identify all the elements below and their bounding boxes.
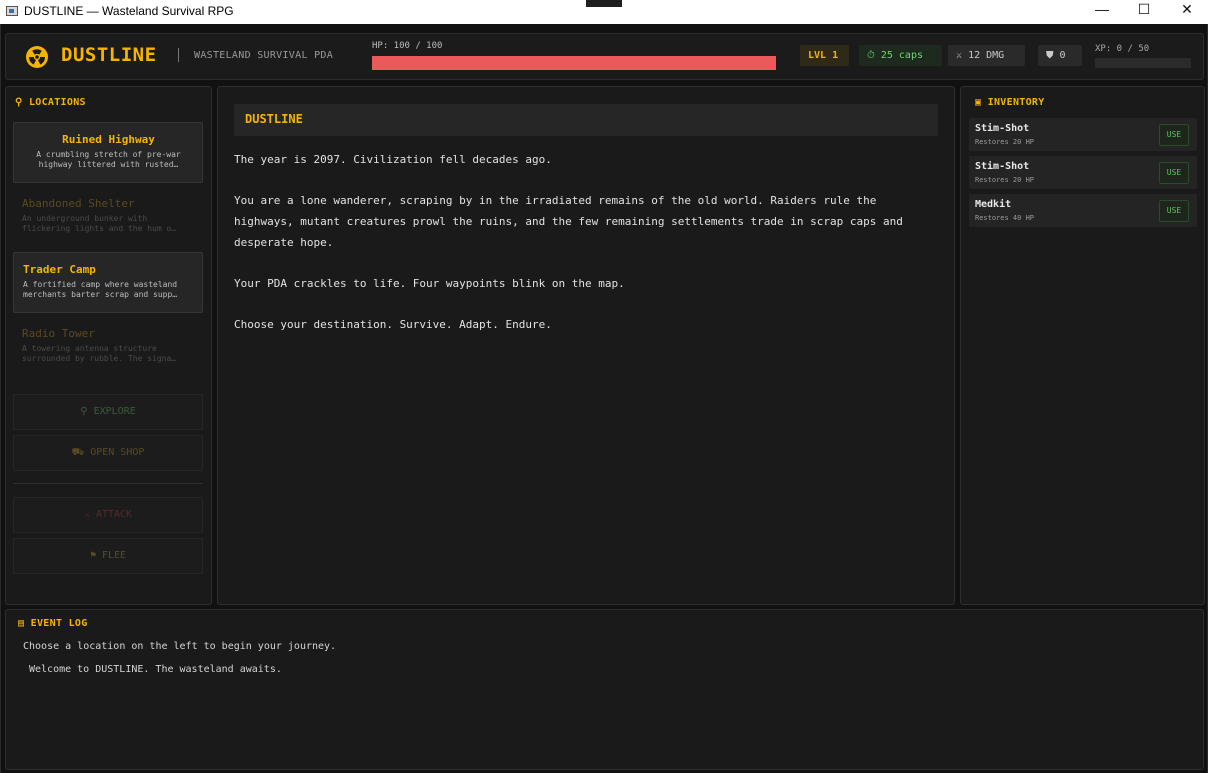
location-name: Ruined Highway — [62, 133, 155, 146]
minimize-button[interactable]: — — [1079, 0, 1125, 24]
header-separator — [178, 48, 179, 62]
log-entry: Welcome to DUSTLINE. The wasteland await… — [29, 664, 282, 675]
item-desc: Restores 20 HP — [975, 176, 1035, 184]
event-log-panel: ▤ EVENT LOG Choose a location on the lef… — [5, 609, 1204, 770]
hp-bar-fill — [372, 56, 776, 70]
scroll-icon: ▤ — [18, 618, 25, 629]
shield-icon: ⛊ — [1046, 50, 1054, 61]
location-name: Abandoned Shelter — [22, 197, 135, 210]
app-window-icon — [6, 6, 18, 16]
item-name: Stim-Shot — [975, 161, 1030, 172]
item-name: Stim-Shot — [975, 123, 1030, 134]
event-log-title-text: EVENT LOG — [30, 618, 88, 629]
location-radio-tower[interactable]: Radio Tower A towering antenna structure… — [13, 317, 203, 378]
locations-title-text: LOCATIONS — [28, 97, 86, 108]
map-pin-icon: ⚲ — [15, 97, 23, 108]
location-desc: A towering antenna structure surrounded … — [22, 344, 177, 363]
app-root: DUSTLINE WASTELAND SURVIVAL PDA HP: 100 … — [0, 24, 1208, 773]
locations-title: ⚲ LOCATIONS — [15, 97, 86, 108]
location-desc: A fortified camp where wasteland merchan… — [23, 280, 178, 299]
coin-icon: ⏱ — [867, 50, 875, 61]
caps-badge: ⏱ 25 caps — [859, 45, 942, 66]
story-paragraph: Choose your destination. Survive. Adapt.… — [234, 318, 552, 331]
open-shop-button[interactable]: ⛟ OPEN SHOP — [13, 435, 203, 471]
defense-badge: ⛊ 0 — [1038, 45, 1082, 66]
inventory-panel: ▣ INVENTORY Stim-Shot Restores 20 HP USE… — [960, 86, 1205, 605]
item-name: Medkit — [975, 199, 1012, 210]
titlebar-grip[interactable] — [586, 0, 622, 7]
attack-button[interactable]: ⚔ ATTACK — [13, 497, 203, 533]
inventory-title-text: INVENTORY — [987, 97, 1045, 108]
inventory-item: Stim-Shot Restores 20 HP USE — [969, 156, 1197, 189]
use-button[interactable]: USE — [1159, 124, 1189, 146]
use-button[interactable]: USE — [1159, 162, 1189, 184]
log-entry: Choose a location on the left to begin y… — [23, 641, 337, 652]
story-paragraph: The year is 2097. Civilization fell deca… — [234, 153, 552, 166]
explore-label: EXPLORE — [93, 406, 136, 417]
radiation-icon — [26, 46, 48, 68]
app-brand: DUSTLINE — [61, 44, 157, 66]
location-name: Radio Tower — [22, 327, 95, 340]
inventory-item: Medkit Restores 40 HP USE — [969, 194, 1197, 227]
header-bar: DUSTLINE WASTELAND SURVIVAL PDA HP: 100 … — [5, 33, 1204, 80]
actions-divider — [13, 483, 203, 484]
explore-button[interactable]: ⚲ EXPLORE — [13, 394, 203, 430]
inventory-title: ▣ INVENTORY — [975, 97, 1045, 108]
event-log-title: ▤ EVENT LOG — [18, 618, 88, 629]
location-trader-camp[interactable]: Trader Camp A fortified camp where waste… — [13, 252, 203, 313]
xp-label: XP: 0 / 50 — [1095, 44, 1150, 54]
maximize-button[interactable]: ☐ — [1121, 0, 1167, 24]
hp-bar — [372, 56, 776, 70]
close-button[interactable]: ✕ — [1164, 0, 1208, 24]
location-ruined-highway[interactable]: Ruined Highway A crumbling stretch of pr… — [13, 122, 203, 183]
story-paragraph: Your PDA crackles to life. Four waypoint… — [234, 277, 625, 290]
flee-button[interactable]: ⚑ FLEE — [13, 538, 203, 574]
item-desc: Restores 40 HP — [975, 214, 1035, 222]
attack-label: ATTACK — [95, 509, 133, 520]
backpack-icon: ▣ — [975, 97, 982, 108]
level-text: LVL 1 — [808, 50, 839, 61]
location-abandoned-shelter[interactable]: Abandoned Shelter An underground bunker … — [13, 187, 203, 248]
defense-text: 0 — [1059, 50, 1066, 61]
location-name: Trader Camp — [23, 263, 96, 276]
location-desc: An underground bunker with flickering li… — [22, 214, 177, 233]
story-panel: DUSTLINE The year is 2097. Civilization … — [217, 86, 955, 605]
app-subtitle: WASTELAND SURVIVAL PDA — [194, 50, 334, 61]
window-titlebar: DUSTLINE — Wasteland Survival RPG — ☐ ✕ — [0, 0, 1208, 24]
shop-label: OPEN SHOP — [90, 447, 145, 458]
story-paragraph: You are a lone wanderer, scraping by in … — [234, 194, 903, 249]
crossed-swords-icon: ⚔ — [956, 50, 963, 61]
crossed-swords-icon: ⚔ — [83, 509, 90, 520]
running-icon: ⚑ — [89, 550, 96, 561]
xp-bar — [1095, 58, 1191, 68]
locations-panel: ⚲ LOCATIONS Ruined Highway A crumbling s… — [5, 86, 212, 605]
level-badge: LVL 1 — [800, 45, 849, 66]
magnifier-icon: ⚲ — [80, 406, 88, 417]
story-title: DUSTLINE — [234, 104, 938, 136]
cart-icon: ⛟ — [71, 447, 85, 458]
damage-text: 12 DMG — [968, 50, 1005, 61]
damage-badge: ⚔ 12 DMG — [948, 45, 1025, 66]
item-desc: Restores 20 HP — [975, 138, 1035, 146]
use-button[interactable]: USE — [1159, 200, 1189, 222]
inventory-item: Stim-Shot Restores 20 HP USE — [969, 118, 1197, 151]
story-text: The year is 2097. Civilization fell deca… — [234, 149, 940, 355]
hp-label: HP: 100 / 100 — [372, 41, 443, 51]
caps-text: 25 caps — [880, 50, 923, 61]
window-title: DUSTLINE — Wasteland Survival RPG — [24, 4, 234, 18]
flee-label: FLEE — [101, 550, 127, 561]
location-desc: A crumbling stretch of pre-war highway l… — [36, 150, 181, 169]
